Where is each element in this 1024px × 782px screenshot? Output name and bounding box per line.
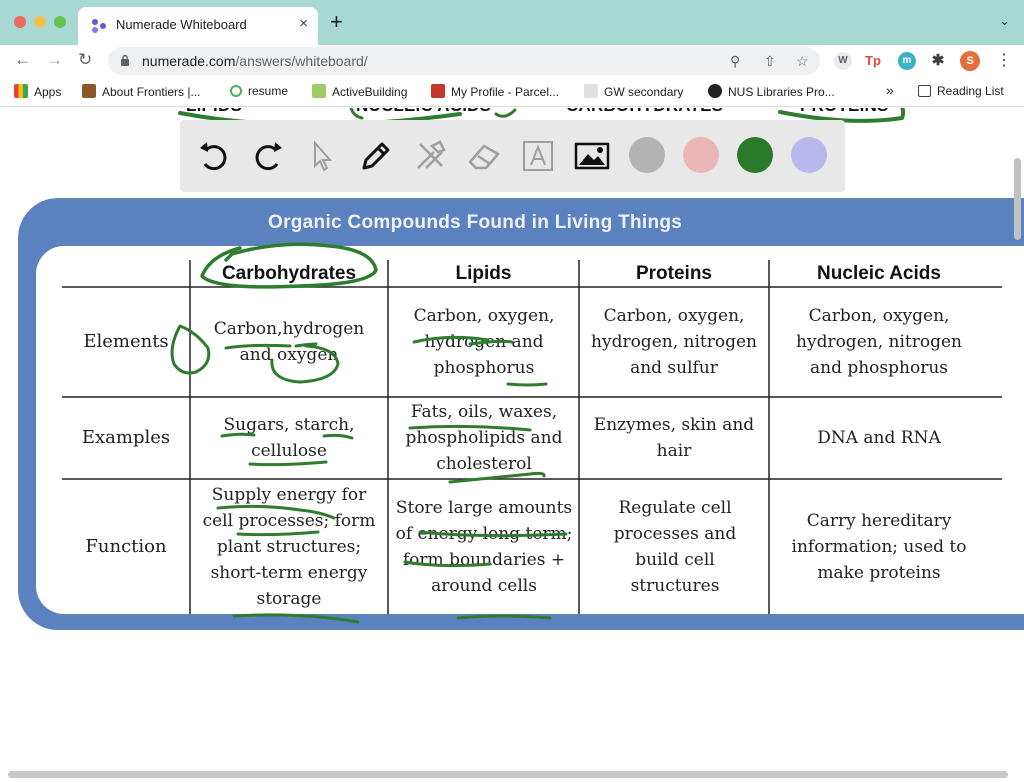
table-cell: Carbon,hydrogen and oxygen [213, 319, 365, 365]
extension-m-icon[interactable]: m [898, 52, 916, 70]
table-cell: Carbon, oxygen, hydrogen, nitrogen and p… [796, 306, 962, 378]
table-cell: Store large amounts of energy long term;… [395, 497, 573, 596]
color-swatch-green[interactable] [737, 137, 773, 173]
row-header-function: Function [85, 535, 167, 557]
pen-icon[interactable] [358, 138, 394, 174]
color-swatch-lavender[interactable] [791, 137, 827, 173]
reload-icon[interactable]: ↻ [78, 49, 92, 71]
bookmark-my-profile[interactable]: My Profile - Parcel... [431, 84, 559, 99]
browser-toolbar: ← → ↻ numerade.com/answers/whiteboard/ ⚲… [0, 45, 1024, 77]
whiteboard-canvas[interactable]: LIPIDS NUCLEIC ACIDS CARBOHYDRATES PROTE… [0, 108, 1024, 782]
bookmark-nus-libraries[interactable]: NUS Libraries Pro... [708, 84, 835, 99]
bookmark-label: Apps [34, 85, 62, 99]
organic-compounds-card: Organic Compounds Found in Living Things… [18, 198, 1024, 630]
bookmark-label: GW secondary [604, 85, 684, 99]
reading-list-button[interactable]: Reading List [918, 84, 1004, 98]
frontiers-icon [82, 84, 96, 98]
undo-icon[interactable] [196, 138, 232, 174]
top-label-proteins: PROTEINS [800, 108, 889, 116]
reading-list-icon [918, 85, 931, 97]
window-close-button[interactable] [14, 16, 26, 28]
table-cell: Sugars, starch, cellulose [223, 415, 355, 461]
table-cell: Carbon, oxygen, hydrogen and phosphorus [413, 306, 555, 378]
tab-strip: Numerade Whiteboard × + ⌄ [0, 0, 1024, 45]
top-label-nucleic-acids: NUCLEIC ACIDS [356, 108, 491, 116]
bookmark-apps[interactable]: Apps [14, 84, 61, 99]
resume-icon [230, 85, 242, 97]
bookmark-label: resume [248, 84, 289, 98]
color-swatch-pink[interactable] [683, 137, 719, 173]
pointer-icon[interactable] [304, 138, 340, 174]
apps-grid-icon [14, 84, 28, 98]
bookmark-label: NUS Libraries Pro... [728, 85, 835, 99]
url-path: /answers/whiteboard/ [235, 53, 368, 69]
bookmark-label: ActiveBuilding [332, 85, 408, 99]
drawing-toolbar [180, 120, 845, 192]
bookmark-label: My Profile - Parcel... [451, 85, 560, 99]
bookmark-star-icon[interactable]: ☆ [796, 53, 809, 70]
column-header-carbohydrates: Carbohydrates [221, 262, 357, 284]
table-cell: Fats, oils, waxes, phospholipids and cho… [405, 402, 563, 474]
extension-tp-icon[interactable]: Tp [864, 52, 882, 70]
image-icon[interactable] [574, 138, 610, 174]
table-cell: Carbon, oxygen, hydrogen, nitrogen and s… [591, 306, 757, 378]
window-maximize-button[interactable] [54, 16, 66, 28]
browser-window: Numerade Whiteboard × + ⌄ ← → ↻ numerade… [0, 0, 1024, 782]
row-header-examples: Examples [81, 427, 171, 448]
extension-w-icon[interactable]: W [834, 52, 852, 70]
tab-numerade-whiteboard[interactable]: Numerade Whiteboard × [78, 7, 318, 45]
card-title: Organic Compounds Found in Living Things [268, 212, 683, 233]
vertical-scrollbar[interactable] [1014, 158, 1021, 240]
bookmark-gw-secondary[interactable]: GW secondary [584, 84, 683, 99]
bookmarks-bar: Apps About Frontiers |... resume ActiveB… [0, 77, 1024, 107]
new-tab-button[interactable]: + [330, 11, 343, 33]
lock-icon [121, 54, 129, 66]
redo-icon[interactable] [250, 138, 286, 174]
table-cell: Supply energy for cell processes; form p… [202, 484, 376, 609]
column-header-nucleic-acids: Nucleic Acids [817, 262, 941, 284]
horizontal-scrollbar[interactable] [8, 771, 1008, 778]
column-header-proteins: Proteins [635, 262, 713, 284]
back-arrow-icon[interactable]: ← [14, 49, 31, 71]
numerade-favicon-icon [92, 19, 106, 33]
table-cell: Carry hereditary information; used to ma… [791, 510, 967, 583]
profile-avatar[interactable]: S [960, 51, 980, 71]
table-cell: DNA and RNA [817, 428, 941, 448]
share-icon[interactable]: ⇧ [764, 53, 776, 70]
tab-close-icon[interactable]: × [299, 15, 308, 32]
top-label-carbohydrates: CARBOHYDRATES [566, 108, 723, 116]
parcel-icon [431, 84, 445, 98]
bookmarks-overflow-icon[interactable]: » [886, 82, 894, 98]
extensions-puzzle-icon[interactable]: ✱ [929, 52, 947, 70]
zoom-icon[interactable]: ⚲ [730, 53, 740, 70]
top-label-lipids: LIPIDS [186, 108, 242, 116]
table-cell: Regulate cell processes and build cell s… [613, 497, 737, 596]
tab-title: Numerade Whiteboard [116, 17, 247, 32]
table-cell: Enzymes, skin and hair [593, 415, 755, 461]
activebuilding-icon [312, 84, 326, 98]
globe-icon [708, 84, 722, 98]
reading-list-label: Reading List [937, 84, 1004, 98]
column-header-lipids: Lipids [455, 262, 512, 284]
tools-icon[interactable] [412, 138, 448, 174]
forward-arrow-icon[interactable]: → [46, 49, 63, 71]
bookmark-resume[interactable]: resume [230, 84, 288, 98]
color-swatch-gray[interactable] [629, 137, 665, 173]
bookmark-frontiers[interactable]: About Frontiers |... [82, 84, 201, 99]
row-header-elements: Elements [83, 331, 169, 352]
table-area: Carbohydrates Lipids Proteins Nucleic Ac… [36, 246, 1024, 614]
url-host: numerade.com [142, 53, 236, 69]
bookmark-activebuilding[interactable]: ActiveBuilding [312, 84, 407, 99]
menu-kebab-icon[interactable]: ⋮ [996, 50, 1012, 70]
bookmark-label: About Frontiers |... [102, 85, 201, 99]
eraser-icon[interactable] [466, 138, 502, 174]
gw-icon [584, 84, 598, 98]
url-text[interactable]: numerade.com/answers/whiteboard/ [142, 53, 368, 69]
address-bar[interactable]: numerade.com/answers/whiteboard/ ⚲ ⇧ ☆ [108, 47, 820, 75]
tab-search-chevron-icon[interactable]: ⌄ [999, 13, 1010, 29]
window-minimize-button[interactable] [34, 16, 46, 28]
text-icon[interactable] [520, 138, 556, 174]
